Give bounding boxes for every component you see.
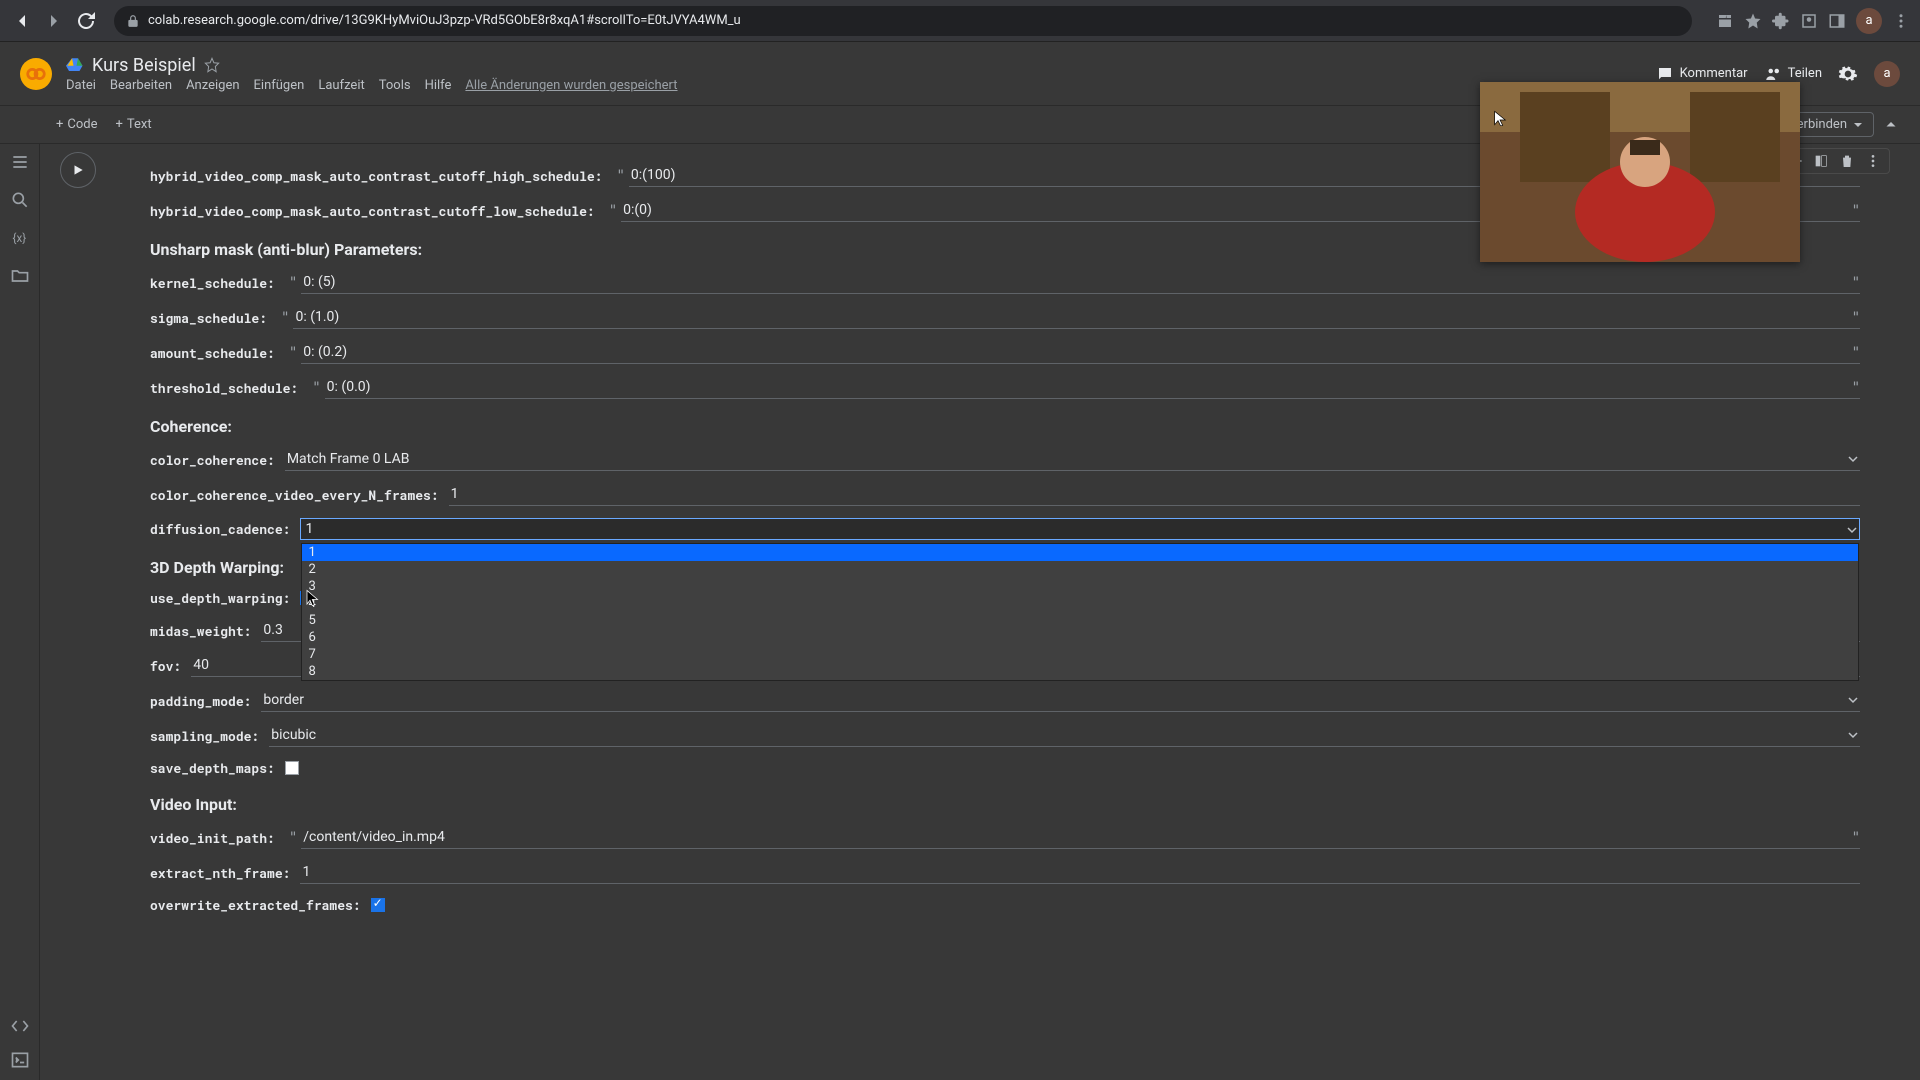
url-text: colab.research.google.com/drive/13G9KHyM… [148, 13, 741, 28]
webcam-person-placeholder [1480, 82, 1800, 262]
select-sampling[interactable]: bicubic [269, 724, 1860, 747]
cell-body: hybrid_video_comp_mask_auto_contrast_cut… [110, 144, 1900, 1080]
select-color-coherence[interactable]: Match Frame 0 LAB [285, 448, 1860, 471]
address-bar[interactable]: colab.research.google.com/drive/13G9KHyM… [114, 6, 1692, 36]
input-threshold[interactable] [325, 376, 1860, 399]
chevron-down-icon [1848, 695, 1858, 705]
toc-icon[interactable] [10, 152, 30, 172]
dd-option-4[interactable]: 4 [302, 595, 1858, 612]
select-padding[interactable]: border [261, 689, 1860, 712]
settings-gear-icon[interactable] [1838, 64, 1858, 84]
chevron-down-icon [1848, 730, 1858, 740]
lock-icon [126, 14, 140, 28]
variables-icon[interactable]: {x} [10, 228, 30, 248]
section-coherence: Coherence: [150, 417, 1860, 436]
checkbox-overwrite[interactable] [371, 898, 385, 912]
dd-option-3[interactable]: 3 [302, 578, 1858, 595]
dd-option-8[interactable]: 8 [302, 663, 1858, 680]
drive-icon [66, 56, 84, 74]
dd-option-1[interactable]: 1 [302, 544, 1858, 561]
extensions-icon[interactable] [1772, 12, 1790, 30]
menu-bar: Datei Bearbeiten Anzeigen Einfügen Laufz… [66, 78, 678, 93]
back-button[interactable] [10, 9, 34, 33]
terminal-icon[interactable] [10, 1050, 30, 1070]
menu-tools[interactable]: Tools [379, 78, 411, 93]
input-kernel[interactable] [301, 271, 1860, 294]
input-cc-every-n[interactable] [449, 483, 1860, 506]
run-cell-button[interactable] [60, 152, 96, 188]
checkbox-save-depth[interactable] [285, 761, 299, 775]
select-diffusion-cadence[interactable]: 1 1 2 3 4 5 6 7 8 [300, 518, 1860, 540]
menu-file[interactable]: Datei [66, 78, 96, 93]
comment-button[interactable]: Kommentar [1656, 65, 1748, 83]
collapse-icon[interactable] [1882, 116, 1900, 134]
chevron-down-icon [1847, 525, 1857, 535]
document-title[interactable]: Kurs Beispiel [92, 55, 196, 76]
input-extract-nth[interactable] [300, 861, 1860, 884]
browser-avatar[interactable]: a [1856, 8, 1882, 34]
notebook-area: hybrid_video_comp_mask_auto_contrast_cut… [40, 144, 1920, 1080]
mirror-icon[interactable] [1813, 153, 1829, 169]
menu-insert[interactable]: Einfügen [254, 78, 305, 93]
reload-button[interactable] [74, 9, 98, 33]
dd-option-7[interactable]: 7 [302, 646, 1858, 663]
input-amount[interactable] [301, 341, 1860, 364]
chrome-menu-icon[interactable] [1892, 12, 1910, 30]
chevron-down-icon [1853, 120, 1863, 130]
user-avatar[interactable]: a [1874, 61, 1900, 87]
dd-option-5[interactable]: 5 [302, 612, 1858, 629]
forward-button[interactable] [42, 9, 66, 33]
add-code-button[interactable]: +Code [56, 117, 98, 132]
menu-edit[interactable]: Bearbeiten [110, 78, 172, 93]
code-snippets-icon[interactable] [10, 1016, 30, 1036]
menu-runtime[interactable]: Laufzeit [318, 78, 364, 93]
webcam-overlay [1480, 82, 1800, 262]
more-icon[interactable] [1865, 153, 1881, 169]
cursor-icon [1492, 110, 1508, 126]
section-video: Video Input: [150, 795, 1860, 814]
dd-option-6[interactable]: 6 [302, 629, 1858, 646]
search-icon[interactable] [10, 190, 30, 210]
input-video-init[interactable] [301, 826, 1860, 849]
browser-chrome: colab.research.google.com/drive/13G9KHyM… [0, 0, 1920, 42]
left-rail: {x} [0, 144, 40, 1080]
bookmark-star-icon[interactable] [1744, 12, 1762, 30]
menu-help[interactable]: Hilfe [425, 78, 452, 93]
chevron-down-icon [1848, 454, 1858, 464]
star-icon[interactable] [204, 57, 220, 73]
colab-logo[interactable] [20, 58, 52, 90]
menu-view[interactable]: Anzeigen [186, 78, 239, 93]
translate-icon[interactable] [1716, 12, 1734, 30]
save-status[interactable]: Alle Änderungen wurden gespeichert [465, 78, 677, 93]
svg-text:{x}: {x} [12, 231, 26, 245]
diffusion-cadence-dropdown: 1 2 3 4 5 6 7 8 [301, 543, 1859, 681]
input-sigma[interactable] [293, 306, 1860, 329]
share-button[interactable]: Teilen [1764, 65, 1822, 83]
add-text-button[interactable]: +Text [116, 117, 152, 132]
delete-icon[interactable] [1839, 153, 1855, 169]
account-box-icon[interactable] [1800, 12, 1818, 30]
side-panel-icon[interactable] [1828, 12, 1846, 30]
files-icon[interactable] [10, 266, 30, 286]
dd-option-2[interactable]: 2 [302, 561, 1858, 578]
